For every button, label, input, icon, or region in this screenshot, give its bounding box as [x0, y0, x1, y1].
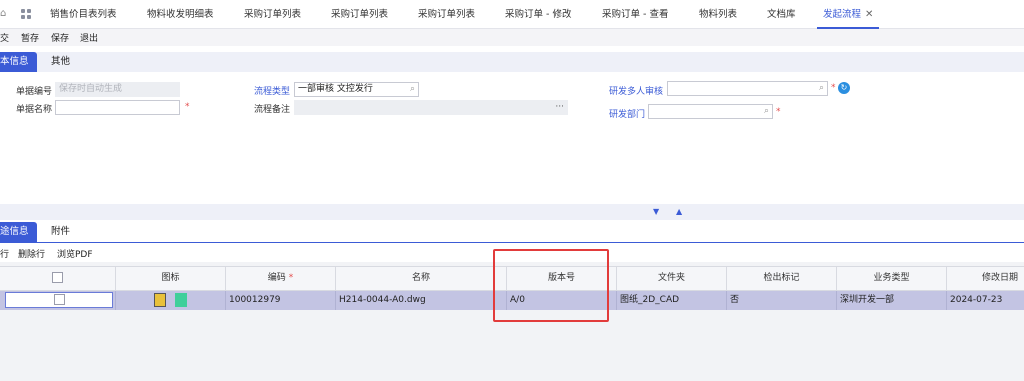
col-name: 名称: [336, 266, 507, 291]
tab-po-view[interactable]: 采购订单 - 查看: [602, 0, 668, 29]
submit-button[interactable]: 交: [0, 31, 9, 44]
row-name[interactable]: H214-0044-A0.dwg: [336, 291, 507, 310]
row-code[interactable]: 100012979: [226, 291, 336, 310]
close-icon[interactable]: ✕: [865, 9, 873, 20]
stage-button[interactable]: 暂存: [21, 31, 39, 44]
row-select-box[interactable]: [5, 291, 113, 308]
app-grid-icon[interactable]: [21, 9, 32, 20]
row-checkbox[interactable]: [53, 293, 65, 305]
row-icon-cell: [116, 291, 226, 310]
tab-basic-info[interactable]: 本信息: [0, 52, 37, 72]
flow-type-field[interactable]: 一部审核 文控发行 ⌕: [294, 82, 419, 97]
rd-review-field[interactable]: ⌕: [667, 81, 828, 96]
row-modified[interactable]: 2024-07-23: [947, 291, 1024, 310]
header-select-all: [0, 266, 116, 291]
tab-other[interactable]: 其他: [51, 52, 70, 72]
col-biz-type: 业务类型: [837, 266, 947, 291]
col-folder: 文件夹: [617, 266, 727, 291]
search-icon[interactable]: ⌕: [410, 83, 415, 96]
refresh-icon[interactable]: ↻: [838, 82, 850, 94]
doc-no-field: 保存时自动生成: [55, 82, 180, 97]
tab-material-list[interactable]: 物料列表: [699, 0, 737, 29]
save-button[interactable]: 保存: [51, 31, 69, 44]
more-icon[interactable]: ···: [555, 101, 564, 114]
flow-type-value: 一部审核 文控发行: [298, 84, 373, 94]
doc-name-label: 单据名称: [16, 105, 53, 115]
tab-po-list-2[interactable]: 采购订单列表: [331, 0, 388, 29]
section-divider: ▼ ▲: [0, 204, 1024, 220]
tab-doc-info[interactable]: 途信息: [0, 222, 37, 242]
doc-name-input[interactable]: [55, 100, 180, 115]
rd-dept-field[interactable]: ⌕: [648, 104, 773, 119]
flow-type-label[interactable]: 流程类型: [254, 84, 290, 97]
tab-attachments[interactable]: 附件: [51, 222, 70, 242]
exit-button[interactable]: 退出: [80, 31, 98, 44]
detail-section-tabs: 途信息 附件: [0, 222, 1024, 242]
select-all-checkbox[interactable]: [52, 272, 63, 283]
col-code-label: 编码: [267, 273, 286, 283]
required-mark: *: [831, 83, 836, 93]
row-folder[interactable]: 图纸_2D_CAD: [617, 291, 727, 310]
col-icon: 图标: [116, 266, 226, 291]
tab-start-process[interactable]: 发起流程 ✕: [817, 0, 880, 29]
col-modified: 修改日期: [947, 266, 1024, 291]
flow-remark-field[interactable]: ···: [294, 100, 568, 115]
required-mark: *: [776, 107, 781, 117]
add-row-button[interactable]: 行: [0, 247, 9, 260]
tab-doc-library[interactable]: 文档库: [767, 0, 796, 29]
home-icon[interactable]: ⌂: [0, 8, 8, 20]
search-icon[interactable]: ⌕: [764, 105, 769, 118]
document-icon: [174, 292, 187, 307]
col-checkout: 检出标记: [727, 266, 837, 291]
doc-no-label: 单据编号: [16, 87, 53, 97]
top-tab-bar: ⌂ 销售价目表列表 物料收发明细表 采购订单列表 采购订单列表 采购订单列表 采…: [0, 0, 1024, 29]
version-highlight-box: [493, 249, 609, 322]
flow-remark-label: 流程备注: [254, 105, 291, 115]
search-icon[interactable]: ⌕: [819, 82, 824, 95]
collapse-down-icon[interactable]: ▼: [653, 207, 659, 216]
rd-review-label[interactable]: 研发多人审核: [609, 84, 663, 97]
required-mark: *: [185, 102, 190, 112]
preview-pdf-button[interactable]: 浏览PDF: [57, 247, 93, 260]
row-checkout[interactable]: 否: [727, 291, 837, 310]
row-select-cell: [0, 291, 116, 310]
tab-start-process-label: 发起流程: [823, 9, 862, 20]
header-section-tabs: 本信息 其他: [0, 52, 1024, 72]
row-biz-type[interactable]: 深圳开发一部: [837, 291, 947, 310]
tab-po-list-3[interactable]: 采购订单列表: [418, 0, 475, 29]
dwg-file-icon: [154, 292, 167, 307]
tab-material-detail[interactable]: 物料收发明细表: [147, 0, 214, 29]
tab-sales-price-list[interactable]: 销售价目表列表: [50, 0, 117, 29]
action-toolbar: 交 暂存 保存 退出: [0, 29, 1024, 46]
collapse-up-icon[interactable]: ▲: [676, 207, 682, 216]
tab-po-edit[interactable]: 采购订单 - 修改: [505, 0, 571, 29]
tab-po-list-1[interactable]: 采购订单列表: [244, 0, 301, 29]
required-mark: *: [288, 273, 294, 283]
delete-row-button[interactable]: 删除行: [18, 247, 45, 260]
col-code: 编码 *: [226, 266, 336, 291]
rd-dept-label[interactable]: 研发部门: [609, 107, 645, 120]
